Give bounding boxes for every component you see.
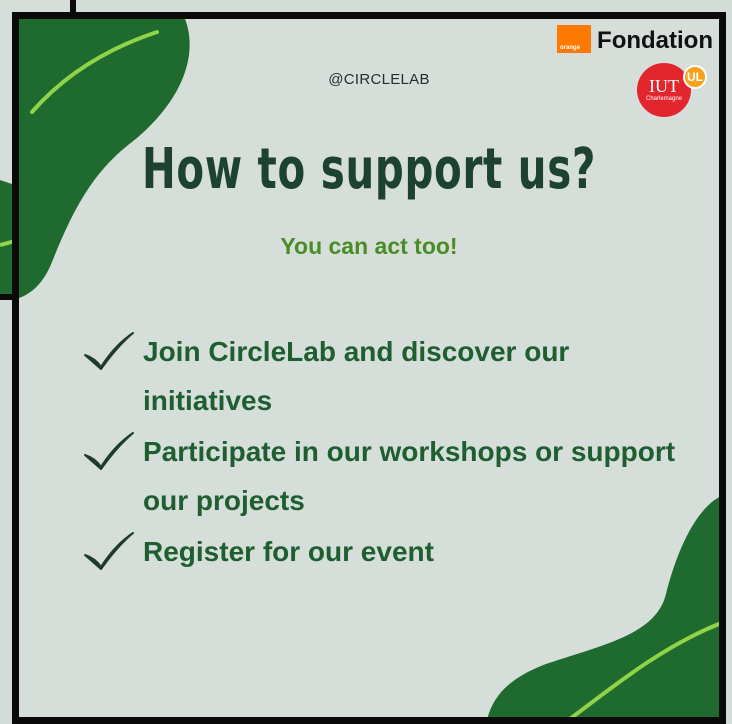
list-item: Join CircleLab and discover our initiati… (83, 327, 683, 425)
iut-logo-text: IUT (649, 76, 679, 96)
check-icon (84, 532, 134, 570)
handle-label: @CIRCLELAB (328, 71, 430, 88)
orange-logo-text: orange (560, 45, 581, 51)
ul-logo: UL (683, 65, 707, 89)
list-item: Register for our event (83, 527, 683, 576)
support-card: @CIRCLELAB orange Fondation IUT Charlema… (12, 12, 726, 724)
support-list: Join CircleLab and discover our initiati… (83, 327, 683, 578)
list-item: Participate in our workshops or support … (83, 427, 683, 525)
page-subtitle: You can act too! (280, 233, 458, 259)
fondation-text: Fondation (597, 27, 713, 54)
iut-logo-subtext: Charlemagne (645, 96, 683, 102)
orange-fondation-logo: orange Fondation (557, 25, 713, 53)
iut-logo: IUT Charlemagne (637, 63, 691, 117)
check-icon (84, 332, 134, 370)
page-title: How to support us? (141, 137, 597, 202)
list-item-text: Join CircleLab and discover our initiati… (143, 336, 570, 416)
check-icon (84, 432, 134, 470)
list-item-text: Register for our event (143, 536, 434, 567)
list-item-text: Participate in our workshops or support … (143, 436, 676, 516)
orange-logo-icon: orange (557, 25, 592, 53)
